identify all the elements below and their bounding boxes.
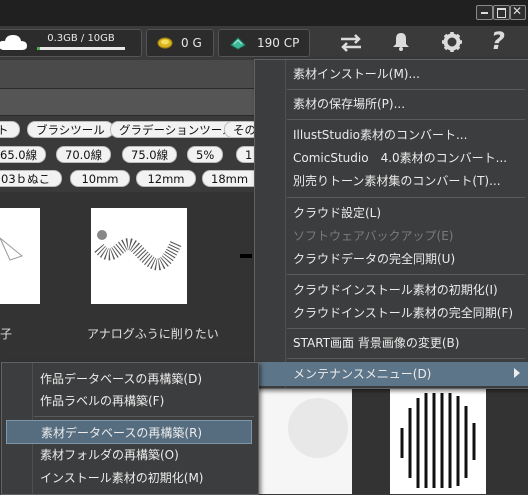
menu-item-cloud-settings[interactable]: クラウド設定(L)	[255, 201, 528, 225]
tag-chip[interactable]: ト	[0, 121, 20, 138]
menu-item-maintenance[interactable]: メンテナンスメニュー(D)	[255, 362, 528, 386]
tag-chip[interactable]: 70.0線	[56, 146, 112, 163]
minimize-button[interactable]	[476, 5, 493, 20]
cloud-storage-indicator[interactable]: 0.3GB / 10GB	[0, 29, 142, 57]
menu-item-convert-comicstudio[interactable]: ComicStudio 4.0素材のコンバート...	[255, 146, 528, 170]
minimize-icon	[481, 12, 488, 14]
coin-icon	[157, 37, 173, 49]
maximize-icon	[497, 8, 506, 18]
menu-item-reset-installed-materials[interactable]: インストール素材の初期化(M)	[2, 466, 258, 490]
tag-chip[interactable]: 18mm	[202, 170, 262, 187]
tag-chip[interactable]: 65.0線	[0, 146, 47, 163]
menu-separator	[287, 197, 525, 198]
line-tone-image	[400, 393, 476, 488]
sync-icon[interactable]	[339, 34, 363, 52]
menu-item-cloud-install-sync[interactable]: クラウドインストール素材の完全同期(F)	[255, 301, 528, 325]
gem-icon	[230, 37, 246, 50]
menu-separator	[287, 358, 525, 359]
tag-chip[interactable]: 75.0線	[122, 146, 178, 163]
menu-item-start-background[interactable]: START画面 背景画像の変更(B)	[255, 331, 528, 355]
help-icon[interactable]: ?	[491, 27, 505, 55]
menu-separator	[287, 328, 525, 329]
bell-icon[interactable]	[392, 32, 410, 52]
material-panel-subheader	[0, 89, 260, 116]
material-management-menu: 素材インストール(M)... 素材の保存場所(P)... IllustStudi…	[254, 59, 528, 389]
tag-chip[interactable]: 03ｂぬこ	[0, 170, 62, 187]
tone-texture-image	[258, 388, 352, 494]
material-thumbnail[interactable]	[390, 388, 486, 494]
gold-amount: 0 G	[181, 36, 202, 50]
tag-chip[interactable]: 10mm	[70, 170, 130, 187]
main-toolbar: 0.3GB / 10GB 0 G 190 CP ?	[0, 26, 528, 61]
menu-item-cloud-full-sync[interactable]: クラウドデータの完全同期(U)	[255, 247, 528, 271]
menu-item-rebuild-material-folders[interactable]: 素材フォルダの再構築(O)	[2, 443, 258, 467]
menu-separator	[287, 89, 525, 90]
storage-progress-fill	[37, 47, 40, 50]
brush-preview-image	[0, 237, 24, 261]
storage-progress-bar	[37, 47, 125, 50]
gear-icon[interactable]	[442, 32, 462, 52]
menu-item-rebuild-artwork-db[interactable]: 作品データベースの再構築(D)	[2, 367, 258, 391]
tag-area: ト ブラシツール グラデーションツール その 65.0線 70.0線 75.0線…	[0, 116, 266, 192]
cp-balance[interactable]: 190 CP	[218, 29, 310, 57]
maintenance-submenu: 作品データベースの再構築(D) 作品ラベルの再構築(F) 素材データベースの再構…	[1, 362, 259, 495]
gold-balance[interactable]: 0 G	[146, 29, 214, 57]
close-icon: ✕	[512, 4, 523, 18]
submenu-arrow-icon	[514, 368, 520, 378]
menu-item-software-backup: ソフトウェアバックアップ(E)	[293, 229, 454, 243]
material-caption: アナログふうに削りたい	[87, 327, 219, 341]
material-panel-header	[0, 60, 260, 89]
menu-item-storage-location[interactable]: 素材の保存場所(P)...	[255, 92, 528, 116]
menu-separator	[287, 119, 525, 120]
material-thumbnail[interactable]	[0, 208, 40, 304]
tag-chip[interactable]: グラデーションツール	[110, 121, 243, 138]
menu-item-rebuild-material-db[interactable]: 素材データベースの再構築(R)	[6, 420, 252, 444]
cp-amount: 190 CP	[257, 36, 300, 50]
menu-item-install-material[interactable]: 素材インストール(M)...	[255, 62, 528, 86]
menu-separator	[34, 416, 254, 417]
menu-item-cloud-install-reset[interactable]: クラウドインストール素材の初期化(I)	[255, 278, 528, 302]
cloud-icon	[0, 35, 27, 50]
menu-separator	[287, 274, 525, 275]
menu-item-convert-tone[interactable]: 別売りトーン素材集のコンバート(T)...	[255, 169, 528, 193]
tag-chip[interactable]: 5%	[187, 146, 224, 163]
material-thumbnail[interactable]	[91, 208, 187, 304]
menu-item-rebuild-artwork-labels[interactable]: 作品ラベルの再構築(F)	[2, 389, 258, 413]
material-thumbnail[interactable]	[258, 388, 352, 494]
maximize-button[interactable]	[493, 5, 510, 20]
close-button[interactable]: ✕	[510, 4, 526, 20]
window-title-bar: ✕	[0, 0, 528, 26]
material-thumbnail-edge	[240, 254, 252, 258]
material-caption: 子	[0, 327, 13, 341]
pencil-texture-image	[94, 230, 182, 271]
menu-item-convert-illuststudio[interactable]: IllustStudio素材のコンバート...	[255, 123, 528, 147]
tag-chip[interactable]: 12mm	[136, 170, 196, 187]
tag-chip[interactable]: ブラシツール	[27, 121, 114, 138]
